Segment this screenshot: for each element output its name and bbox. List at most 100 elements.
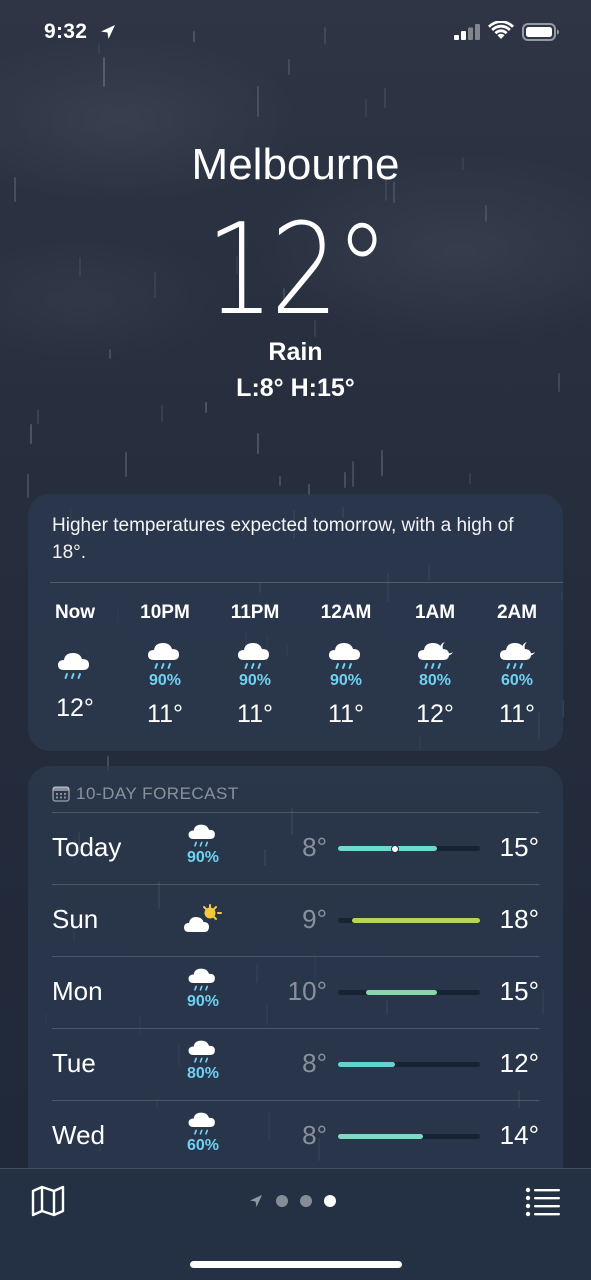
rain-streak xyxy=(205,402,207,413)
hour-temperature: 11° xyxy=(328,700,364,728)
hour-label: 12AM xyxy=(320,602,372,623)
current-temperature-marker xyxy=(390,844,399,853)
current-temperature: 12° xyxy=(205,196,389,343)
hourly-item: 12AM 90% 11° xyxy=(306,602,386,729)
rain-cloud-moon-icon xyxy=(418,642,453,669)
low-temperature: 9° xyxy=(302,904,327,934)
temperature-range-bar xyxy=(338,1062,480,1067)
rain-cloud-icon xyxy=(188,1040,215,1063)
temperature-range-bar xyxy=(338,918,480,923)
list-icon[interactable] xyxy=(524,1185,562,1217)
hour-label: 11PM xyxy=(230,602,280,623)
day-weather: 90% xyxy=(180,966,226,1011)
rain-streak xyxy=(125,452,127,477)
divider xyxy=(50,582,563,583)
ten-day-forecast-card[interactable]: 10-DAY FORECAST Today 90% 8° 15° Sun 9° 18° Mon… xyxy=(28,766,563,1186)
map-icon[interactable] xyxy=(30,1185,66,1217)
battery-icon xyxy=(522,23,559,41)
rain-streak xyxy=(381,450,383,476)
low-temperature: 10° xyxy=(287,976,327,1006)
low-temperature: 8° xyxy=(302,1120,327,1150)
hour-temperature: 11° xyxy=(237,700,273,728)
temperature-range-fill xyxy=(338,846,438,851)
low-high-temperature: L:8° H:15° xyxy=(236,374,355,402)
daily-row[interactable]: Wed 60% 8° 14° xyxy=(28,1100,563,1172)
temperature-range-fill xyxy=(338,1134,424,1139)
rain-streak xyxy=(288,59,290,75)
day-name: Sun xyxy=(52,904,99,934)
daily-row[interactable]: Today 90% 8° 15° xyxy=(28,812,563,884)
bottom-toolbar xyxy=(0,1168,591,1280)
row-divider xyxy=(52,1100,539,1101)
hourly-item: 1AM 80% 12° xyxy=(395,602,475,729)
precip-chance: 90% xyxy=(238,672,272,689)
page-indicator[interactable] xyxy=(248,1191,336,1211)
rain-cloud-icon xyxy=(58,653,89,679)
hourly-forecast-card[interactable]: Higher temperatures expected tomorrow, w… xyxy=(28,494,563,751)
precip-chance: 60% xyxy=(500,672,534,689)
current-condition: Rain xyxy=(268,338,323,366)
day-name: Tue xyxy=(52,1048,96,1078)
rain-cloud-icon xyxy=(188,824,215,847)
hour-temperature: 12° xyxy=(56,694,94,722)
precip-chance: 80% xyxy=(186,1065,220,1082)
rain-streak xyxy=(384,88,386,108)
rain-cloud-icon xyxy=(329,643,360,669)
rain-streak xyxy=(469,473,471,484)
high-temperature: 14° xyxy=(499,1120,539,1150)
location-arrow-icon xyxy=(101,25,115,39)
day-weather: 80% xyxy=(180,1038,226,1083)
daily-row[interactable]: Sun 9° 18° xyxy=(28,884,563,956)
hour-temperature: 11° xyxy=(499,700,535,728)
day-name: Today xyxy=(52,832,122,862)
day-name: Mon xyxy=(52,976,103,1006)
home-indicator xyxy=(190,1261,402,1268)
location-arrow-icon[interactable] xyxy=(248,1193,264,1209)
precip-chance: 90% xyxy=(186,849,220,866)
rain-cloud-icon xyxy=(188,968,215,991)
precip-chance: 60% xyxy=(186,1137,220,1154)
row-divider xyxy=(52,884,539,885)
row-divider xyxy=(52,1028,539,1029)
daily-row[interactable]: Mon 90% 10° 15° xyxy=(28,956,563,1028)
status-bar: 9:32 xyxy=(0,18,591,48)
rain-streak xyxy=(103,57,105,87)
low-temperature: 8° xyxy=(302,1048,327,1078)
precip-chance: 90% xyxy=(329,672,363,689)
rain-streak xyxy=(30,424,32,444)
forecast-summary: Higher temperatures expected tomorrow, w… xyxy=(52,515,514,563)
high-temperature: 15° xyxy=(499,976,539,1006)
day-name: Wed xyxy=(52,1120,105,1150)
rain-cloud-icon xyxy=(148,643,179,669)
row-divider xyxy=(52,956,539,957)
rain-cloud-icon xyxy=(188,1112,215,1135)
low-temperature: 8° xyxy=(302,832,327,862)
rain-streak xyxy=(37,409,39,424)
high-temperature: 18° xyxy=(499,904,539,934)
hourly-item: Now 12° xyxy=(35,602,115,723)
rain-streak xyxy=(257,86,259,117)
hour-temperature: 11° xyxy=(147,700,183,728)
hour-label: 10PM xyxy=(140,602,190,623)
day-weather xyxy=(180,902,226,936)
temperature-range-fill xyxy=(352,918,480,923)
high-temperature: 15° xyxy=(499,832,539,862)
day-weather: 60% xyxy=(180,1110,226,1155)
page-dot-active[interactable] xyxy=(324,1195,336,1207)
forecast-title: 10-DAY FORECAST xyxy=(76,784,239,803)
hourly-list[interactable]: Now 12° 10PM 90% 11° 11PM 90% 11° 12AM 90% 11° 1AM 8… xyxy=(28,602,563,732)
status-time: 9:32 xyxy=(44,20,88,43)
daily-row[interactable]: Tue 80% 8° 12° xyxy=(28,1028,563,1100)
rain-cloud-icon xyxy=(238,643,269,669)
temperature-range-bar xyxy=(338,1134,480,1139)
rain-streak xyxy=(352,461,354,487)
page-dot[interactable] xyxy=(300,1195,312,1207)
rain-streak xyxy=(257,433,259,454)
cellular-signal-icon xyxy=(454,24,480,40)
hourly-item: 2AM 60% 11° xyxy=(477,602,557,729)
hourly-item: 11PM 90% 11° xyxy=(215,602,295,729)
precip-chance: 80% xyxy=(418,672,452,689)
page-dot[interactable] xyxy=(276,1195,288,1207)
partly-sunny-icon xyxy=(184,904,222,932)
calendar-icon xyxy=(52,786,70,802)
